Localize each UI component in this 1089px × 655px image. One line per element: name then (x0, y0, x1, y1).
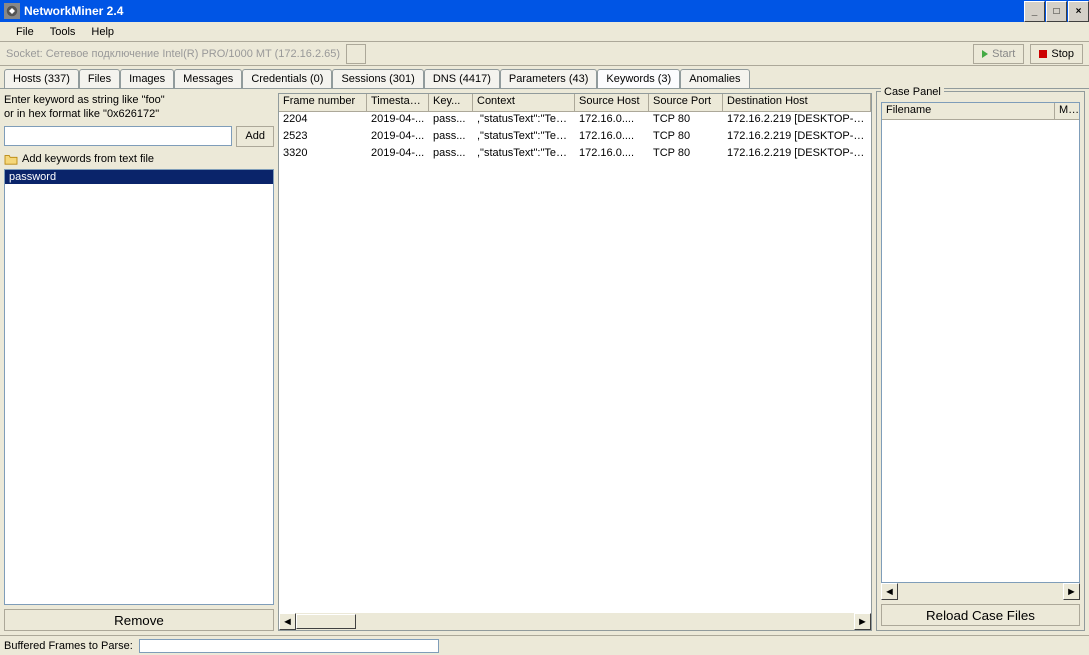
col-timestamp[interactable]: Timestamp (367, 94, 429, 112)
tab-files[interactable]: Files (79, 69, 120, 88)
cell-dstHost: 172.16.2.219 [DESKTOP-FAS (723, 112, 871, 129)
tab-parameters[interactable]: Parameters (43) (500, 69, 597, 88)
cell-frame: 2204 (279, 112, 367, 129)
menu-help[interactable]: Help (83, 24, 122, 40)
cell-timestamp: 2019-04-... (367, 112, 429, 129)
close-button[interactable]: × (1068, 1, 1089, 22)
parse-progress (139, 639, 439, 653)
cell-timestamp: 2019-04-... (367, 129, 429, 146)
start-button[interactable]: Start (973, 44, 1024, 64)
case-header: Filename MD5 (881, 102, 1080, 120)
col-filename[interactable]: Filename (882, 103, 1055, 120)
cell-frame: 3320 (279, 146, 367, 163)
stop-button[interactable]: Stop (1030, 44, 1083, 64)
cell-keyword: pass... (429, 129, 473, 146)
add-from-file-label: Add keywords from text file (22, 153, 154, 165)
socket-dropdown[interactable] (346, 44, 366, 64)
col-frame[interactable]: Frame number (279, 94, 367, 112)
status-bar: Buffered Frames to Parse: (0, 635, 1089, 655)
menu-bar: File Tools Help (0, 22, 1089, 42)
reload-case-files-button[interactable]: Reload Case Files (881, 604, 1080, 626)
keyword-input-row: Add (4, 126, 274, 147)
case-scroll-left[interactable]: ◄ (881, 583, 898, 600)
col-dstHost[interactable]: Destination Host (723, 94, 871, 112)
table-row[interactable]: 25232019-04-...pass...,"statusText":"Tes… (279, 129, 871, 146)
remove-button[interactable]: Remove (4, 609, 274, 631)
cell-srcPort: TCP 80 (649, 112, 723, 129)
cell-srcHost: 172.16.0.... (575, 129, 649, 146)
col-context[interactable]: Context (473, 94, 575, 112)
cell-srcHost: 172.16.0.... (575, 112, 649, 129)
add-button[interactable]: Add (236, 126, 274, 147)
folder-icon (4, 153, 18, 165)
table-row[interactable]: 22042019-04-...pass...,"statusText":"Tes… (279, 112, 871, 129)
stop-icon (1039, 50, 1047, 58)
tab-credentials[interactable]: Credentials (0) (242, 69, 332, 88)
maximize-button[interactable]: □ (1046, 1, 1067, 22)
case-panel: Case Panel Filename MD5 ◄ ► Reload Case … (876, 91, 1085, 631)
tab-images[interactable]: Images (120, 69, 174, 88)
tabs-row: Hosts (337)FilesImagesMessagesCredential… (0, 66, 1089, 88)
minimize-button[interactable]: _ (1024, 1, 1045, 22)
socket-label: Socket: Сетевое подключение Intel(R) PRO… (6, 48, 340, 60)
tab-dns[interactable]: DNS (4417) (424, 69, 500, 88)
menu-file[interactable]: File (8, 24, 42, 40)
table-row[interactable]: 33202019-04-...pass...,"statusText":"Tes… (279, 146, 871, 163)
title-bar: NetworkMiner 2.4 _ □ × (0, 0, 1089, 22)
results-header: Frame numberTimestampKey...ContextSource… (279, 94, 871, 112)
tab-messages[interactable]: Messages (174, 69, 242, 88)
cell-keyword: pass... (429, 146, 473, 163)
cell-context: ,"statusText":"Test... (473, 112, 575, 129)
window-title: NetworkMiner 2.4 (24, 4, 123, 18)
col-keyword[interactable]: Key... (429, 94, 473, 112)
scroll-left-button[interactable]: ◄ (279, 613, 296, 630)
toolbar: Socket: Сетевое подключение Intel(R) PRO… (0, 42, 1089, 66)
cell-srcHost: 172.16.0.... (575, 146, 649, 163)
case-file-list[interactable] (881, 120, 1080, 583)
keyword-item[interactable]: password (5, 170, 273, 184)
col-srcHost[interactable]: Source Host (575, 94, 649, 112)
keyword-hint: Enter keyword as string like "foo" or in… (4, 93, 274, 122)
results-panel: Frame numberTimestampKey...ContextSource… (278, 93, 872, 631)
col-srcPort[interactable]: Source Port (649, 94, 723, 112)
status-label: Buffered Frames to Parse: (4, 640, 133, 652)
window-controls: _ □ × (1023, 1, 1089, 22)
cell-srcPort: TCP 80 (649, 129, 723, 146)
app-icon (4, 3, 20, 19)
results-hscroll[interactable]: ◄ ► (279, 613, 871, 630)
case-scroll-right[interactable]: ► (1063, 583, 1080, 600)
tab-sessions[interactable]: Sessions (301) (332, 69, 423, 88)
case-scroll-track[interactable] (898, 583, 1063, 600)
results-body[interactable]: 22042019-04-...pass...,"statusText":"Tes… (279, 112, 871, 613)
keyword-list[interactable]: password (4, 169, 274, 605)
cell-dstHost: 172.16.2.219 [DESKTOP-FAS (723, 129, 871, 146)
cell-dstHost: 172.16.2.219 [DESKTOP-FAS (723, 146, 871, 163)
cell-keyword: pass... (429, 112, 473, 129)
scroll-track[interactable] (296, 613, 854, 630)
keywords-panel: Enter keyword as string like "foo" or in… (0, 89, 278, 635)
add-from-file-row[interactable]: Add keywords from text file (4, 151, 274, 167)
tab-keywords[interactable]: Keywords (3) (597, 69, 680, 88)
scroll-thumb[interactable] (296, 614, 356, 629)
case-panel-container: Case Panel Filename MD5 ◄ ► Reload Case … (872, 89, 1089, 635)
play-icon (982, 50, 988, 58)
cell-context: ,"statusText":"Test... (473, 129, 575, 146)
main-area: Enter keyword as string like "foo" or in… (0, 88, 1089, 635)
menu-tools[interactable]: Tools (42, 24, 84, 40)
case-panel-title: Case Panel (881, 86, 944, 98)
col-md5[interactable]: MD5 (1055, 103, 1079, 120)
cell-srcPort: TCP 80 (649, 146, 723, 163)
scroll-right-button[interactable]: ► (854, 613, 871, 630)
cell-context: ,"statusText":"Test... (473, 146, 575, 163)
tab-hosts[interactable]: Hosts (337) (4, 69, 79, 88)
cell-frame: 2523 (279, 129, 367, 146)
tab-anomalies[interactable]: Anomalies (680, 69, 749, 88)
case-hscroll[interactable]: ◄ ► (881, 583, 1080, 600)
cell-timestamp: 2019-04-... (367, 146, 429, 163)
keyword-input[interactable] (4, 126, 232, 146)
